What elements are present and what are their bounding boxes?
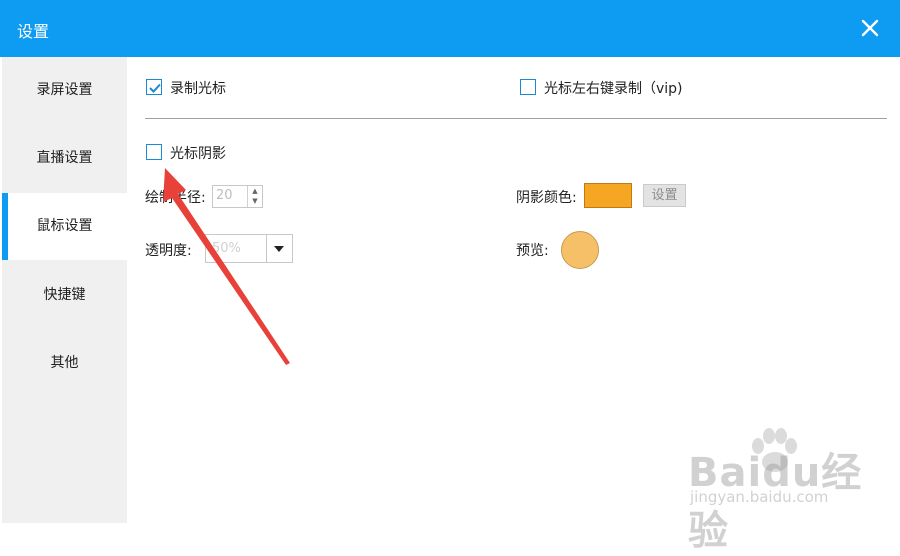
baidu-watermark: Baidu经验 jingyan.baidu.com: [688, 430, 888, 554]
record-cursor-label: 录制光标: [170, 81, 226, 97]
sidebar-item-label: 录屏设置: [36, 82, 93, 98]
record-cursor-checkbox[interactable]: [146, 79, 162, 95]
preview-label: 预览:: [516, 243, 549, 259]
sidebar-item-label: 快捷键: [43, 287, 86, 303]
cursor-shadow-checkbox[interactable]: [146, 144, 162, 160]
sidebar-item-screen-recording[interactable]: 录屏设置: [2, 57, 127, 124]
sidebar-item-other[interactable]: 其他: [2, 330, 127, 397]
record-clicks-checkbox[interactable]: [520, 79, 536, 95]
checkmark-icon: [149, 83, 161, 93]
set-color-button[interactable]: 设置: [643, 184, 686, 207]
annotation-arrow-icon: [163, 168, 290, 365]
sidebar-item-live-streaming[interactable]: 直播设置: [2, 125, 127, 192]
shadow-color-swatch[interactable]: [584, 183, 632, 208]
watermark-url: jingyan.baidu.com: [690, 488, 829, 506]
sidebar-item-label: 鼠标设置: [36, 218, 93, 234]
sidebar-item-hotkeys[interactable]: 快捷键: [2, 262, 127, 329]
record-clicks-label: 光标左右键录制（vip): [544, 81, 683, 97]
close-icon[interactable]: [856, 14, 884, 42]
shadow-preview-circle: [561, 231, 599, 269]
shadow-color-label: 阴影颜色:: [516, 190, 577, 206]
window-title: 设置: [17, 22, 50, 41]
settings-sidebar: 录屏设置 直播设置 鼠标设置 快捷键 其他: [2, 57, 127, 523]
sidebar-item-mouse-settings[interactable]: 鼠标设置: [2, 193, 127, 260]
sidebar-item-label: 直播设置: [36, 150, 93, 166]
title-bar: 设置: [0, 0, 900, 57]
section-divider: [145, 118, 887, 119]
sidebar-item-label: 其他: [50, 355, 79, 371]
